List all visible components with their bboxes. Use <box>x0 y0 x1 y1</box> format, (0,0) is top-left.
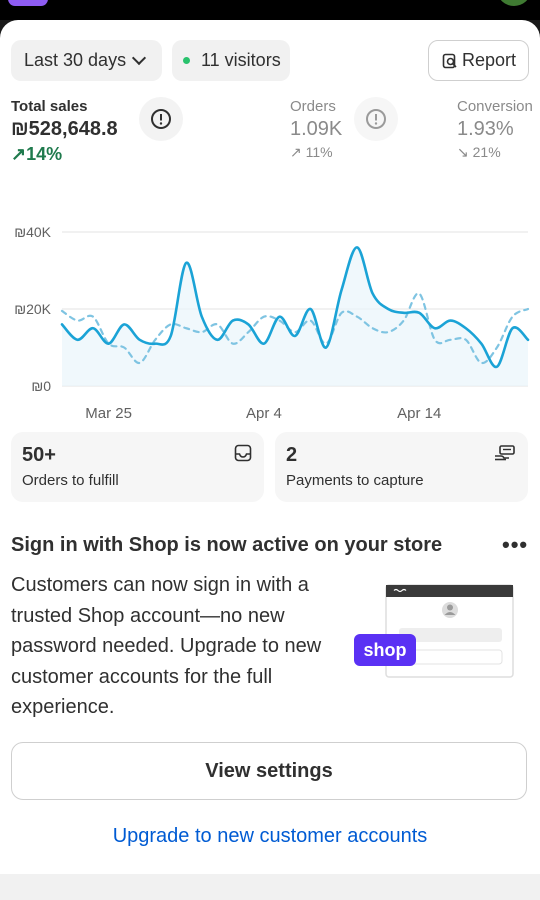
avatar[interactable] <box>498 0 530 6</box>
metric-delta: ↗ 11% <box>290 144 333 160</box>
analytics-card: Last 30 days 11 visitors Report Total sa… <box>0 20 540 874</box>
series-area <box>62 247 528 386</box>
more-actions-button[interactable]: ••• <box>502 532 528 558</box>
arrow-up-right-icon: ↗ <box>11 144 27 164</box>
x-tick-label: Mar 25 <box>85 405 132 422</box>
footer-strip <box>0 874 540 900</box>
x-tick-label: Apr 4 <box>246 405 282 422</box>
alert-circle-icon <box>151 109 171 129</box>
alert-circle-icon <box>366 109 386 129</box>
promo-body: Customers can now sign in with a trusted… <box>11 574 322 718</box>
tile-count: 2 <box>286 444 298 466</box>
chevron-down-icon <box>132 50 147 66</box>
metric-orders[interactable]: Orders 1.09K ↗ 11% <box>290 98 342 161</box>
metric-delta: ↗14% <box>11 144 63 164</box>
metric-label: Conversion <box>457 98 533 115</box>
live-dot-icon <box>183 57 190 64</box>
payments-to-capture-tile[interactable]: 2 Payments to capture <box>275 432 528 502</box>
visitors-label: 11 visitors <box>201 50 281 70</box>
shop-login-illustration: shop <box>354 584 514 678</box>
shop-badge-text: shop <box>364 640 407 660</box>
info-button[interactable] <box>354 97 398 141</box>
date-range-selector[interactable]: Last 30 days <box>11 40 162 81</box>
inbox-icon <box>234 444 252 462</box>
metric-label: Orders <box>290 98 336 115</box>
metric-label: Total sales <box>11 98 88 115</box>
metric-conversion[interactable]: Conversion 1.93% ↘ 21% <box>457 98 533 161</box>
arrow-down-right-icon: ↘ <box>457 144 469 160</box>
report-icon <box>442 53 457 68</box>
visitors-chip[interactable]: 11 visitors <box>172 40 290 81</box>
sales-chart[interactable]: ₪40K ₪20K ₪0 Mar 25 Apr 4 Apr 14 <box>0 205 540 430</box>
info-button[interactable] <box>139 97 183 141</box>
tile-count: 50+ <box>22 444 56 466</box>
metric-value: 1.93% <box>457 118 514 140</box>
payment-hand-icon <box>495 445 515 461</box>
arrow-up-right-icon: ↗ <box>290 144 302 160</box>
report-button[interactable]: Report <box>428 40 529 81</box>
y-tick-label: ₪40K <box>14 224 51 240</box>
upgrade-accounts-link[interactable]: Upgrade to new customer accounts <box>0 825 540 848</box>
metric-delta: ↘ 21% <box>457 144 501 160</box>
y-tick-label: ₪20K <box>14 301 51 317</box>
orders-to-fulfill-tile[interactable]: 50+ Orders to fulfill <box>11 432 264 502</box>
tile-label: Payments to capture <box>286 472 424 489</box>
app-pill <box>8 0 48 6</box>
x-tick-label: Apr 14 <box>397 405 441 422</box>
metric-total-sales[interactable]: Total sales ₪528,648.8 ↗14% <box>11 98 118 165</box>
view-settings-button[interactable]: View settings <box>11 742 527 800</box>
promo-title: Sign in with Shop is now active on your … <box>11 534 443 556</box>
y-tick-label: ₪0 <box>31 378 51 394</box>
date-range-label: Last 30 days <box>24 50 127 70</box>
metric-value: ₪528,648.8 <box>11 118 118 140</box>
top-status-bar <box>0 0 540 20</box>
metric-value: 1.09K <box>290 118 343 140</box>
tile-label: Orders to fulfill <box>22 472 119 489</box>
report-label: Report <box>462 50 517 70</box>
